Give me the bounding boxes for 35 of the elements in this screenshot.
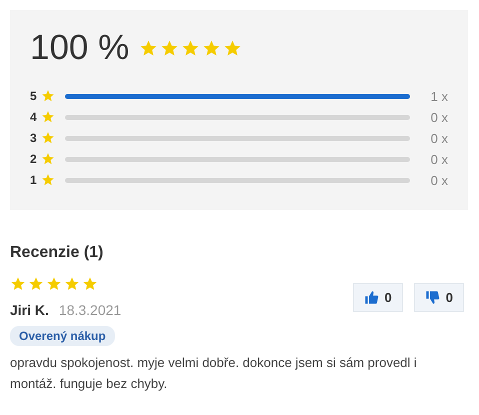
like-button[interactable]: 0 — [352, 282, 403, 312]
star-icon — [160, 38, 180, 58]
rating-count: 0 x — [430, 130, 448, 146]
star-level-label: 1 — [30, 173, 38, 187]
star-level-label: 3 — [30, 131, 38, 145]
thumbs-up-icon — [364, 290, 379, 304]
star-level-label: 4 — [30, 110, 38, 124]
star-icon — [28, 276, 44, 292]
star-icon — [46, 276, 62, 292]
star-icon — [10, 276, 26, 292]
rating-count: 0 x — [430, 110, 448, 124]
star-icon — [64, 276, 80, 292]
verified-purchase-badge: Overený nákup — [10, 326, 115, 346]
star-icon — [82, 276, 98, 292]
star-icon — [41, 89, 55, 103]
star-icon — [41, 110, 55, 124]
review-text: opravdu spokojenost. myje velmi dobře. dokonce jsem si sám provedl i montáž. funguje bez chyby. — [10, 354, 418, 393]
review-date: 18.3.2021 — [58, 302, 122, 318]
star-icon — [41, 152, 55, 166]
star-icon — [41, 131, 55, 145]
star-icon — [139, 38, 158, 58]
thumbs-down-icon — [424, 290, 440, 304]
star-icon — [181, 38, 200, 58]
review-author: Jiri K. — [10, 302, 49, 318]
star-icon — [202, 38, 222, 58]
rating-percent: 100 % — [30, 28, 130, 68]
rating-count: 1 x — [430, 88, 448, 104]
star-icon — [223, 38, 242, 58]
rating-count: 0 x — [430, 152, 448, 166]
star-level-label: 2 — [30, 152, 38, 166]
star-icon — [41, 173, 55, 187]
star-level-label: 5 — [30, 89, 38, 103]
dislike-button[interactable]: 0 — [414, 282, 464, 312]
reviews-heading: Recenzie (1) — [10, 244, 104, 262]
rating-count: 0 x — [430, 172, 448, 188]
